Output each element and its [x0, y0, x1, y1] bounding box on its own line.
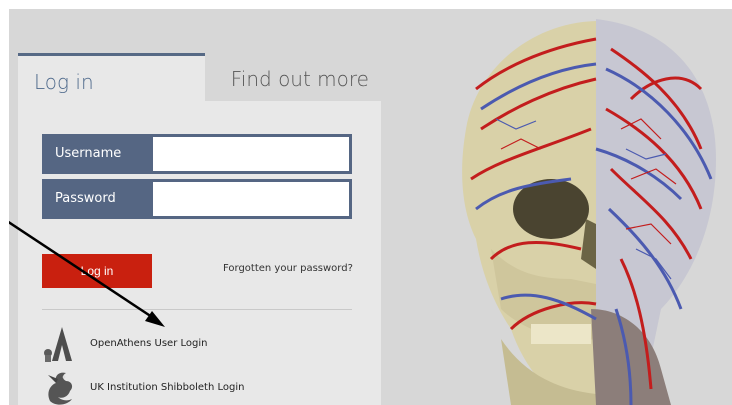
annotation-arrow [9, 220, 165, 327]
page-background: Log in Find out more Username Password L… [9, 9, 732, 405]
